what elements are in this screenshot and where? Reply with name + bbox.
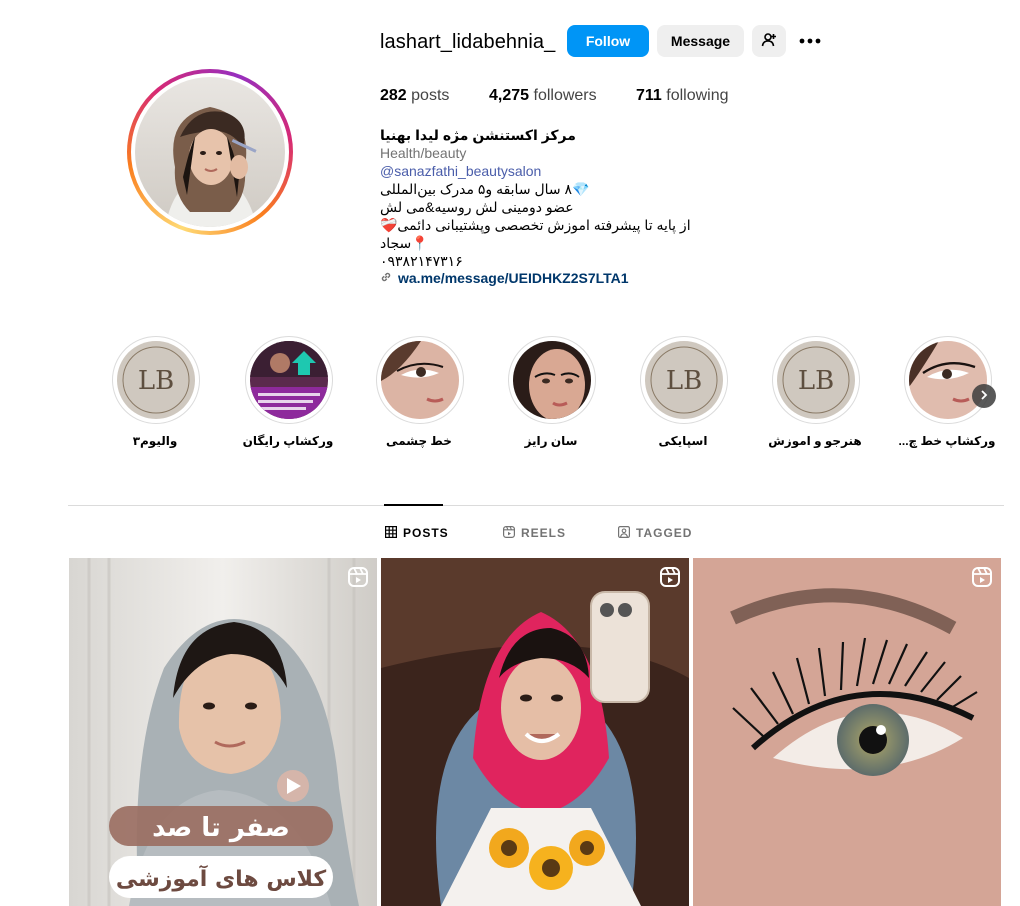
tab-tagged[interactable]: TAGGED xyxy=(618,524,692,542)
highlight-eyeliner[interactable] xyxy=(376,336,464,424)
tab-posts[interactable]: POSTS xyxy=(385,524,449,542)
post-title: صفر تا صد xyxy=(152,813,290,843)
reel-icon xyxy=(971,566,993,588)
svg-text:LB: LB xyxy=(798,366,834,396)
highlight-cover: LB xyxy=(117,341,195,419)
highlight-free-workshop[interactable] xyxy=(245,336,333,424)
post-thumbnail: صفر تا صد کلاس های آموزشی xyxy=(69,558,377,906)
post-tile[interactable] xyxy=(381,558,689,906)
bio-line: عضو دومینی لش روسیه&می لش xyxy=(380,199,574,215)
post-tile[interactable] xyxy=(693,558,1001,906)
post-subtitle: کلاس های آموزشی xyxy=(116,864,327,892)
svg-text:LB: LB xyxy=(138,366,174,396)
follow-button[interactable]: Follow xyxy=(567,25,649,57)
reel-icon xyxy=(659,566,681,588)
bio-external-link[interactable]: wa.me/message/UEIDHKZ2S7LTA1 xyxy=(380,270,629,286)
link-icon xyxy=(380,270,392,286)
highlight-students[interactable]: LB xyxy=(772,336,860,424)
following-count[interactable]: 711 following xyxy=(636,87,729,105)
highlight-cover: LB xyxy=(645,341,723,419)
highlight-label: سان رایز xyxy=(524,434,578,448)
username: lashart_lidabehnia_ xyxy=(380,31,556,53)
post-tile[interactable]: صفر تا صد کلاس های آموزشی xyxy=(69,558,377,906)
active-tab-indicator xyxy=(384,504,443,506)
profile-category: Health/beauty xyxy=(380,145,467,161)
chevron-right-icon xyxy=(979,387,989,405)
post-thumbnail xyxy=(381,558,689,906)
bio-line: 📍سجاد xyxy=(380,235,429,251)
highlight-label: اسپایکی xyxy=(658,434,708,448)
post-thumbnail xyxy=(693,558,1001,906)
more-options-icon[interactable] xyxy=(797,28,823,54)
highlight-cover xyxy=(381,341,459,419)
bio-mention-link[interactable]: @sanazfathi_beautysalon xyxy=(380,162,900,180)
tab-reels[interactable]: REELS xyxy=(503,524,566,542)
highlight-sunrise[interactable] xyxy=(508,336,596,424)
highlight-volume3[interactable]: LB xyxy=(112,336,200,424)
bio-phone: ۰۹۳۸۲۱۴۷۳۱۶ xyxy=(380,253,463,269)
highlight-label: ورکشاپ خط چ... xyxy=(898,434,996,448)
bio-line: از پایه تا پیشرفته اموزش تخصصی وپشتیبانی… xyxy=(380,217,691,233)
grid-icon xyxy=(385,525,398,541)
highlight-eyeliner-workshop[interactable] xyxy=(904,336,992,424)
svg-text:LB: LB xyxy=(666,366,702,396)
suggested-accounts-button[interactable] xyxy=(752,25,786,57)
highlight-cover xyxy=(909,341,987,419)
bio-line: 💎۸ سال سابقه و۵ مدرک بین‌المللی xyxy=(380,181,590,197)
add-person-icon xyxy=(761,32,777,51)
highlight-cover xyxy=(513,341,591,419)
profile-name: مرکز اکستنشن مژه لیدا بهنیا xyxy=(380,127,576,143)
tagged-icon xyxy=(618,525,631,541)
highlight-spiky[interactable]: LB xyxy=(640,336,728,424)
message-button[interactable]: Message xyxy=(657,25,744,57)
highlight-label: ورکشاپ رایگان xyxy=(242,434,334,448)
reels-icon xyxy=(503,525,516,541)
avatar xyxy=(135,77,285,227)
profile-avatar-ring[interactable] xyxy=(127,69,293,235)
followers-count[interactable]: 4,275 followers xyxy=(489,87,597,105)
highlight-label: والیوم۳ xyxy=(132,434,178,448)
highlight-label: خط چشمی xyxy=(386,434,452,448)
posts-count: 282 posts xyxy=(380,87,450,104)
highlight-cover xyxy=(250,341,328,419)
highlight-label: هنرجو و اموزش xyxy=(768,434,862,448)
highlight-cover: LB xyxy=(777,341,855,419)
reel-icon xyxy=(347,566,369,588)
tabs-divider xyxy=(68,505,1004,506)
highlights-next-button[interactable] xyxy=(972,384,996,408)
